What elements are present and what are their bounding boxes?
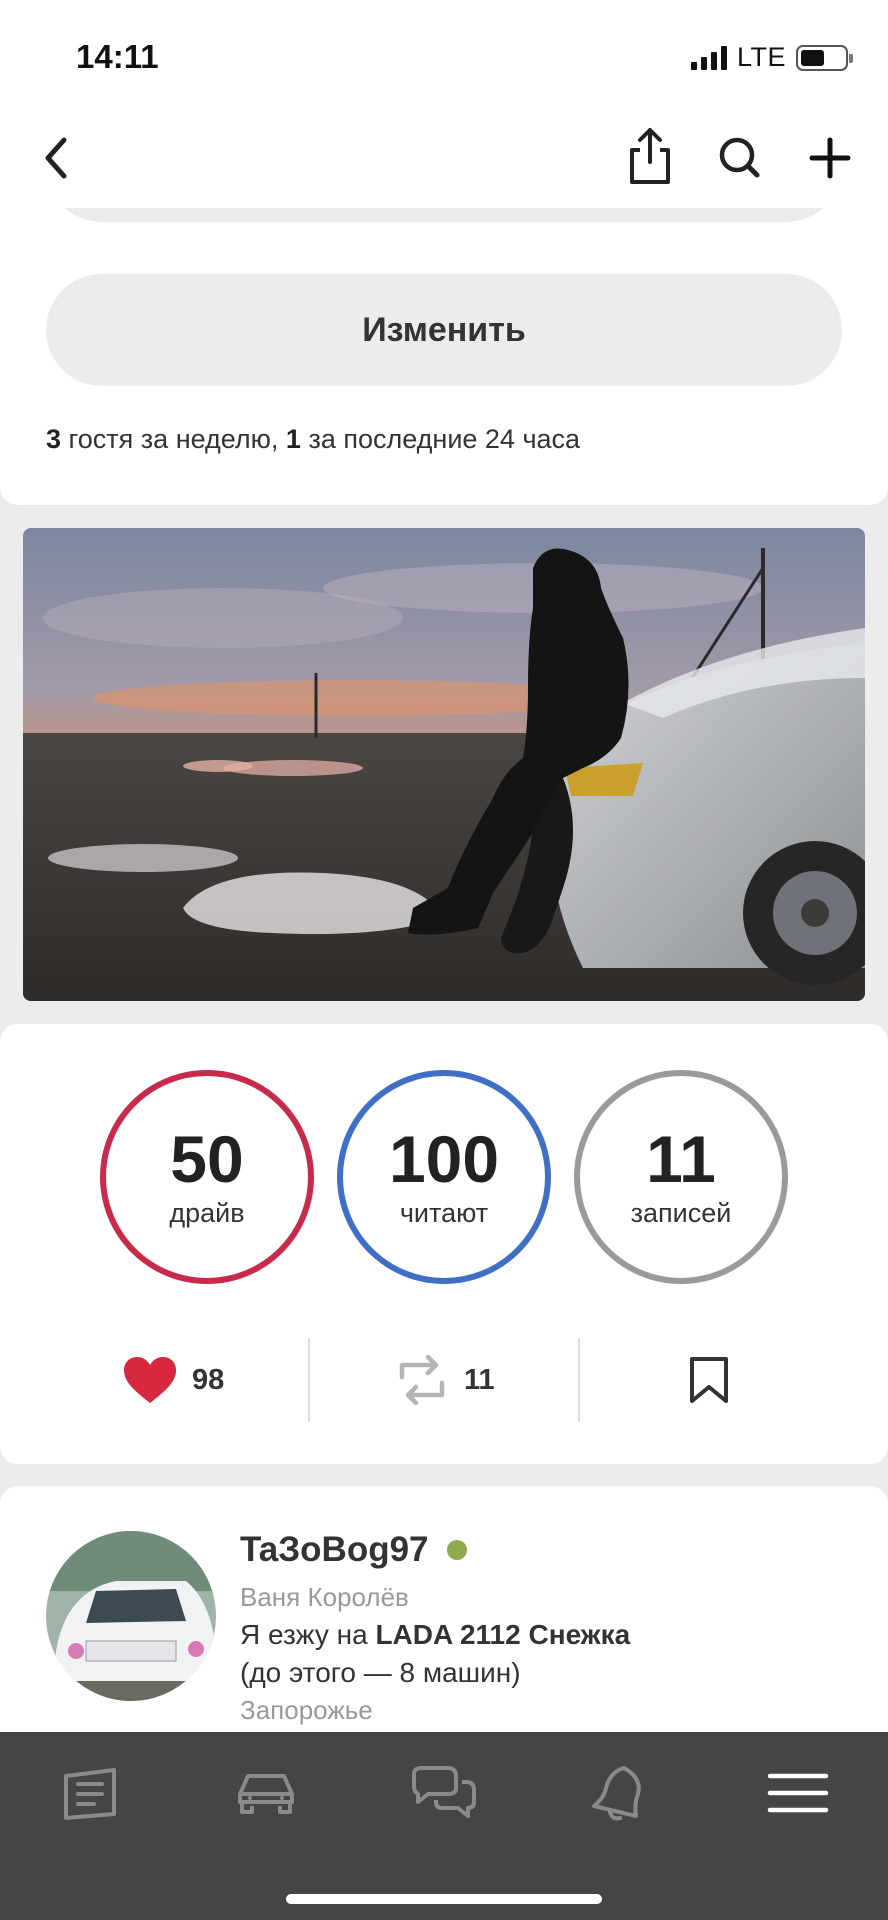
guests-info: 3 гостя за неделю, 1 за последние 24 час… — [46, 424, 580, 455]
username-text: TaЗoBog97 — [240, 1530, 429, 1569]
car-link[interactable]: LADA 2112 Снежка — [375, 1619, 630, 1650]
notifications-bell-icon — [592, 1766, 641, 1821]
tab-notifications[interactable] — [584, 1762, 656, 1824]
avatar[interactable] — [46, 1531, 216, 1701]
guests-day-text: за последние 24 часа — [300, 424, 581, 454]
plus-icon — [809, 137, 851, 179]
chats-icon — [412, 1766, 476, 1818]
current-car: Я езжу на LADA 2112 Снежка — [240, 1619, 630, 1651]
profile-header-card: Добавить фото в журнал Изменить 3 гостя … — [0, 170, 888, 505]
tab-chats[interactable] — [408, 1762, 480, 1824]
back-button[interactable] — [30, 128, 90, 188]
home-indicator[interactable] — [286, 1894, 602, 1904]
tab-bar — [0, 1732, 888, 1920]
readers-stat[interactable]: 100 читают — [337, 1070, 551, 1284]
profile-cover-photo[interactable] — [23, 528, 865, 1001]
status-bar: 14:11 LTE — [0, 0, 888, 110]
edit-button[interactable]: Изменить — [46, 274, 842, 386]
previous-cars: (до этого — 8 машин) — [240, 1657, 521, 1688]
status-indicators: LTE — [690, 42, 853, 73]
actions-row: 98 11 — [0, 1338, 888, 1422]
online-status-indicator — [446, 1540, 467, 1560]
divider — [308, 1338, 310, 1422]
guests-day-count: 1 — [285, 424, 301, 454]
search-button[interactable] — [710, 128, 770, 188]
posts-stat[interactable]: 11 записей — [574, 1070, 788, 1284]
avatar-image — [46, 1531, 216, 1701]
search-icon — [719, 137, 760, 178]
divider — [578, 1338, 580, 1422]
likes-count: 98 — [192, 1363, 225, 1396]
city: Запорожье — [240, 1695, 373, 1725]
battery-icon — [796, 44, 853, 71]
guests-week-count: 3 — [46, 424, 62, 454]
repost-icon — [399, 1355, 445, 1405]
tab-feed[interactable] — [54, 1762, 126, 1824]
drives-prefix: Я езжу на — [240, 1619, 376, 1650]
add-button[interactable] — [800, 128, 860, 188]
status-time: 14:11 — [76, 38, 159, 75]
guests-week-text: гостя за неделю, — [61, 424, 286, 454]
tab-garage[interactable] — [230, 1762, 302, 1824]
username[interactable]: TaЗoBog97 — [240, 1530, 630, 1570]
posts-value: 11 — [646, 1122, 716, 1196]
share-icon — [630, 128, 670, 184]
cellular-signal-icon — [690, 45, 727, 70]
heart-icon — [124, 1357, 176, 1403]
tab-menu[interactable] — [762, 1762, 834, 1824]
share-button[interactable] — [620, 124, 680, 188]
drive-stat[interactable]: 50 драйв — [100, 1070, 314, 1284]
bookmark-button[interactable] — [686, 1338, 732, 1422]
readers-value: 100 — [388, 1122, 500, 1196]
navigation-bar — [0, 110, 888, 208]
reposts-count: 11 — [464, 1363, 495, 1396]
readers-label: читают — [399, 1198, 489, 1228]
repost-button[interactable]: 11 — [394, 1338, 495, 1422]
drive-label: драйв — [169, 1198, 245, 1228]
like-button[interactable]: 98 — [122, 1338, 224, 1422]
posts-label: записей — [630, 1198, 732, 1228]
real-name: Ваня Королёв — [240, 1582, 409, 1612]
feed-icon — [64, 1768, 116, 1820]
stats-card: 50 драйв 100 читают 11 записей 98 11 — [0, 1024, 888, 1464]
garage-car-icon — [238, 1774, 294, 1814]
bookmark-icon — [690, 1357, 728, 1403]
network-type: LTE — [736, 42, 786, 72]
menu-icon — [767, 1773, 829, 1813]
drive-value: 50 — [170, 1122, 244, 1196]
cover-image — [23, 528, 865, 1001]
chevron-left-icon — [45, 137, 67, 179]
profile-info: TaЗoBog97 Ваня Королёв Я езжу на LADA 21… — [240, 1530, 630, 1726]
